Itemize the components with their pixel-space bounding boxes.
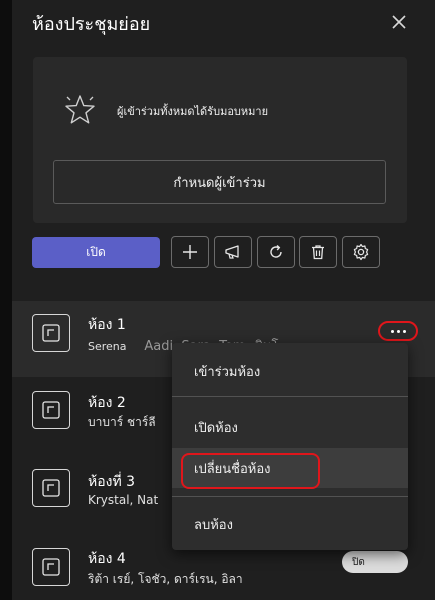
assignment-status-text: ผู้เข้าร่วมทั้งหมดได้รับมอบหมาย xyxy=(117,105,269,118)
settings-icon xyxy=(353,243,369,261)
room-settings-button[interactable] xyxy=(342,236,380,268)
room-4-icon xyxy=(32,548,70,586)
recreate-rooms-button[interactable] xyxy=(257,236,295,268)
app-left-edge xyxy=(0,0,12,600)
menu-item-open-room[interactable]: เปิดห้อง xyxy=(172,407,408,447)
room-2-icon xyxy=(32,391,70,429)
room-4-members: ริต้า เรย์, โจชัว, ดาร์เรน, อิลา xyxy=(88,572,243,586)
announce-button[interactable] xyxy=(214,236,252,268)
breakout-room-icon xyxy=(42,479,60,497)
close-button[interactable] xyxy=(388,11,410,33)
room-1-icon xyxy=(32,314,70,352)
room-4-name: ห้อง 4 xyxy=(88,551,126,567)
assign-participants-button[interactable]: กำหนดผู้เข้าร่วม xyxy=(53,160,386,204)
menu-item-delete-room[interactable]: ลบห้อง xyxy=(172,504,408,544)
room-1-name: ห้อง 1 xyxy=(88,317,126,333)
open-rooms-button[interactable]: เปิด xyxy=(32,237,160,268)
room-3-members: Krystal, Nat xyxy=(88,493,159,507)
menu-divider xyxy=(172,396,408,397)
room-4-status-badge: ปิด xyxy=(342,551,408,573)
menu-divider xyxy=(172,496,408,497)
breakout-room-icon xyxy=(42,401,60,419)
add-room-button[interactable] xyxy=(171,236,209,268)
close-icon xyxy=(392,15,406,29)
room-context-menu: เข้าร่วมห้อง เปิดห้อง เปลี่ยนชื่อห้อง ลบ… xyxy=(172,343,408,550)
menu-item-rename-room[interactable]: เปลี่ยนชื่อห้อง xyxy=(172,448,408,488)
menu-item-join-room[interactable]: เข้าร่วมห้อง xyxy=(172,351,408,391)
breakout-room-icon xyxy=(42,324,60,342)
breakout-room-icon xyxy=(42,558,60,576)
panel-title: ห้องประชุมย่อย xyxy=(32,14,151,35)
recreate-icon xyxy=(270,244,282,258)
assignment-card: ผู้เข้าร่วมทั้งหมดได้รับมอบหมาย กำหนดผู้… xyxy=(33,57,407,223)
room-3-name: ห้องที่ 3 xyxy=(88,474,136,490)
announce-icon xyxy=(225,245,239,259)
delete-rooms-button[interactable] xyxy=(299,236,337,268)
star-icon xyxy=(65,95,95,124)
room-3-icon xyxy=(32,469,70,507)
room-1-more-options-button[interactable] xyxy=(378,321,418,341)
room-2-name: ห้อง 2 xyxy=(88,395,126,411)
add-icon xyxy=(183,245,197,259)
room-2-members: บาบาร์ ชาร์ลี xyxy=(88,415,156,429)
room-1-member-first: Serena xyxy=(88,340,127,353)
delete-icon xyxy=(312,245,324,260)
